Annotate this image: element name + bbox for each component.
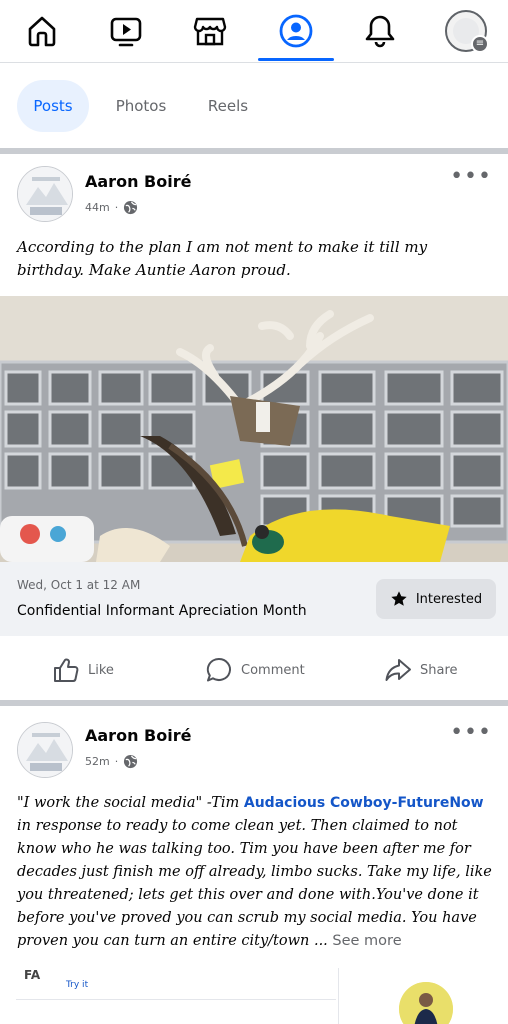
marketplace-tab[interactable] bbox=[168, 0, 252, 62]
menu-tab[interactable]: ≡ bbox=[424, 0, 508, 62]
globe-icon bbox=[124, 754, 138, 769]
post-meta: 52m · bbox=[85, 754, 138, 769]
interested-button[interactable]: Interested bbox=[376, 579, 496, 619]
comment-button[interactable]: Comment bbox=[205, 652, 305, 688]
active-tab-indicator bbox=[258, 58, 334, 61]
thumbs-up-icon bbox=[54, 658, 79, 682]
next-content-preview: FA Try it bbox=[0, 968, 508, 1024]
avatar[interactable] bbox=[17, 166, 73, 222]
suggested-card[interactable] bbox=[338, 968, 508, 1024]
brand-logo: FA bbox=[24, 968, 41, 982]
avatar[interactable] bbox=[17, 722, 73, 778]
see-more-link[interactable]: See more bbox=[332, 933, 401, 949]
top-navigation-bar: ≡ bbox=[0, 0, 508, 63]
author-name[interactable]: Aaron Boiré bbox=[85, 726, 191, 745]
profile-tab[interactable] bbox=[254, 0, 338, 62]
video-tab[interactable] bbox=[84, 0, 168, 62]
post-timestamp[interactable]: 52m bbox=[85, 755, 110, 768]
interested-label: Interested bbox=[415, 591, 483, 607]
more-options-button[interactable]: ••• bbox=[450, 722, 492, 744]
event-info-bar[interactable]: Wed, Oct 1 at 12 AM Confidential Informa… bbox=[0, 562, 508, 636]
tab-posts[interactable]: Posts bbox=[17, 80, 89, 132]
post-text-rest: in response to ready to come clean yet. … bbox=[17, 818, 492, 949]
comment-icon bbox=[206, 657, 231, 682]
post-photo[interactable] bbox=[0, 296, 508, 562]
share-icon bbox=[385, 659, 411, 681]
post-actions: Like Comment Share bbox=[0, 644, 508, 696]
share-label: Share bbox=[420, 662, 458, 678]
post-text: According to the plan I am not ment to m… bbox=[17, 238, 428, 279]
tab-photos[interactable]: Photos bbox=[104, 80, 178, 132]
post-card: Aaron Boiré 52m · ••• "I work the social… bbox=[0, 706, 508, 968]
tab-reels[interactable]: Reels bbox=[196, 80, 260, 132]
author-name[interactable]: Aaron Boiré bbox=[85, 172, 191, 191]
event-date: Wed, Oct 1 at 12 AM bbox=[17, 578, 141, 592]
profile-photo bbox=[18, 167, 72, 221]
notifications-tab[interactable] bbox=[338, 0, 422, 62]
sponsored-card[interactable]: FA Try it bbox=[16, 968, 336, 1000]
like-button[interactable]: Like bbox=[52, 652, 114, 688]
post-image bbox=[0, 296, 508, 562]
suggested-person-photo bbox=[399, 982, 453, 1024]
comment-label: Comment bbox=[241, 662, 305, 678]
profile-filter-tabs: Posts Photos Reels bbox=[0, 64, 508, 148]
more-options-button[interactable]: ••• bbox=[450, 166, 492, 188]
home-tab[interactable] bbox=[0, 0, 84, 62]
home-icon bbox=[28, 16, 56, 47]
profile-photo bbox=[18, 723, 72, 777]
video-icon bbox=[110, 17, 142, 47]
event-title[interactable]: Confidential Informant Apreciation Month bbox=[17, 603, 307, 619]
profile-icon bbox=[279, 14, 313, 48]
star-icon bbox=[391, 591, 407, 606]
menu-avatar-icon: ≡ bbox=[445, 10, 489, 53]
post-meta: 44m · bbox=[85, 200, 138, 215]
marketplace-icon bbox=[193, 17, 227, 46]
share-button[interactable]: Share bbox=[384, 652, 458, 688]
like-label: Like bbox=[88, 662, 114, 678]
meta-separator: · bbox=[114, 201, 119, 214]
post-text: "I work the social media" -Tim Audacious… bbox=[17, 792, 495, 953]
post-text-start: "I work the social media" -Tim bbox=[17, 795, 244, 811]
meta-separator: · bbox=[114, 755, 119, 768]
mention-link[interactable]: Audacious Cowboy-FutureNow bbox=[244, 795, 484, 811]
globe-icon bbox=[124, 200, 138, 215]
post-timestamp[interactable]: 44m bbox=[85, 201, 110, 214]
try-it-link[interactable]: Try it bbox=[66, 980, 88, 990]
hamburger-icon: ≡ bbox=[471, 35, 489, 53]
bell-icon bbox=[365, 15, 395, 48]
